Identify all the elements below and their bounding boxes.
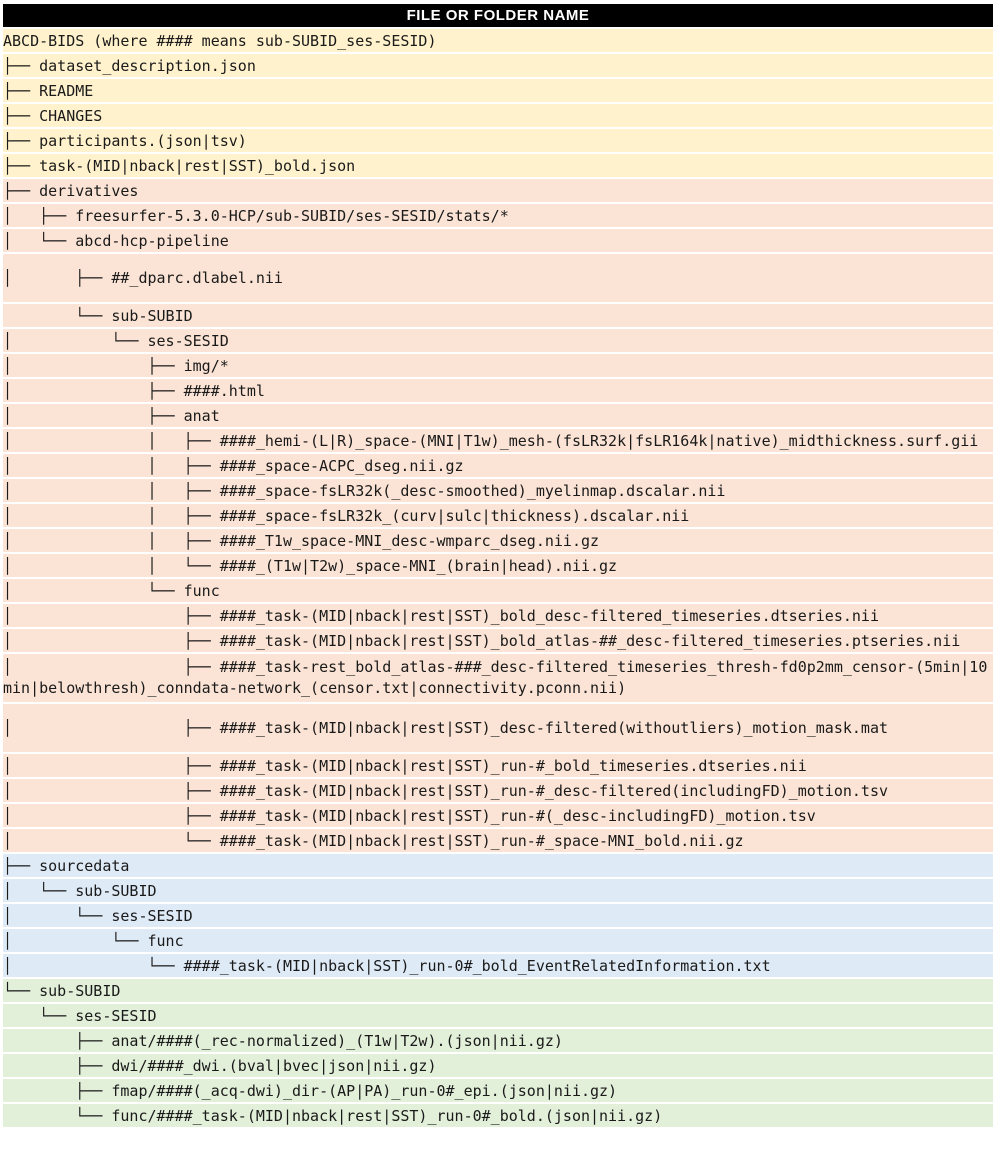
tree-row: │ ├── ####_task-(MID|nback|rest|SST)_run… (3, 779, 993, 802)
tree-row: │ └── ses-SESID (3, 329, 993, 352)
tree-row: ├── dataset_description.json (3, 54, 993, 77)
tree-row: ├── task-(MID|nback|rest|SST)_bold.json (3, 154, 993, 177)
table-header: FILE OR FOLDER NAME (3, 4, 993, 27)
tree-row: └── func/####_task-(MID|nback|rest|SST)_… (3, 1104, 993, 1127)
tree-row: ├── participants.(json|tsv) (3, 129, 993, 152)
tree-row: │ └── func (3, 579, 993, 602)
tree-row: │ ├── ####_task-(MID|nback|rest|SST)_bol… (3, 629, 993, 652)
tree-row: ├── fmap/####(_acq-dwi)_dir-(AP|PA)_run-… (3, 1079, 993, 1102)
tree-row: │ ├── ####_task-rest_bold_atlas-###_desc… (3, 654, 993, 702)
tree-row: │ │ ├── ####_space-ACPC_dseg.nii.gz (3, 454, 993, 477)
tree-row-derivatives: ├── derivatives (3, 179, 993, 202)
tree-row: │ ├── ####_task-(MID|nback|rest|SST)_des… (3, 704, 993, 752)
tree-row: │ ├── img/* (3, 354, 993, 377)
tree-row: │ └── ses-SESID (3, 904, 993, 927)
tree-row: └── ses-SESID (3, 1004, 993, 1027)
tree-row: │ └── sub-SUBID (3, 879, 993, 902)
tree-row-sub: └── sub-SUBID (3, 979, 993, 1002)
tree-row: │ ├── ####_task-(MID|nback|rest|SST)_run… (3, 754, 993, 777)
tree-row: │ └── ####_task-(MID|nback|rest|SST)_run… (3, 829, 993, 852)
tree-row-sourcedata: ├── sourcedata (3, 854, 993, 877)
tree-row: │ ├── ##_dparc.dlabel.nii (3, 254, 993, 302)
file-tree-table: FILE OR FOLDER NAME ABCD-BIDS (where ###… (3, 4, 993, 1129)
tree-row: ├── README (3, 79, 993, 102)
tree-row: │ ├── freesurfer-5.3.0-HCP/sub-SUBID/ses… (3, 204, 993, 227)
tree-row-root: ABCD-BIDS (where #### means sub-SUBID_se… (3, 29, 993, 52)
tree-row: │ ├── ####_task-(MID|nback|rest|SST)_run… (3, 804, 993, 827)
tree-row: └── sub-SUBID (3, 304, 993, 327)
tree-row: │ │ ├── ####_space-fsLR32k_(curv|sulc|th… (3, 504, 993, 527)
tree-row: │ ├── ####.html (3, 379, 993, 402)
tree-row: │ └── ####_task-(MID|nback|SST)_run-0#_b… (3, 954, 993, 977)
tree-row: │ │ └── ####_(T1w|T2w)_space-MNI_(brain|… (3, 554, 993, 577)
tree-row: │ ├── ####_task-(MID|nback|rest|SST)_bol… (3, 604, 993, 627)
tree-row: │ └── func (3, 929, 993, 952)
tree-row: │ ├── anat (3, 404, 993, 427)
tree-row: │ └── abcd-hcp-pipeline (3, 229, 993, 252)
tree-row: │ │ ├── ####_hemi-(L|R)_space-(MNI|T1w)_… (3, 429, 993, 452)
tree-row: ├── dwi/####_dwi.(bval|bvec|json|nii.gz) (3, 1054, 993, 1077)
tree-row: ├── anat/####(_rec-normalized)_(T1w|T2w)… (3, 1029, 993, 1052)
tree-row: │ │ ├── ####_T1w_space-MNI_desc-wmparc_d… (3, 529, 993, 552)
tree-row: │ │ ├── ####_space-fsLR32k(_desc-smoothe… (3, 479, 993, 502)
tree-row: ├── CHANGES (3, 104, 993, 127)
